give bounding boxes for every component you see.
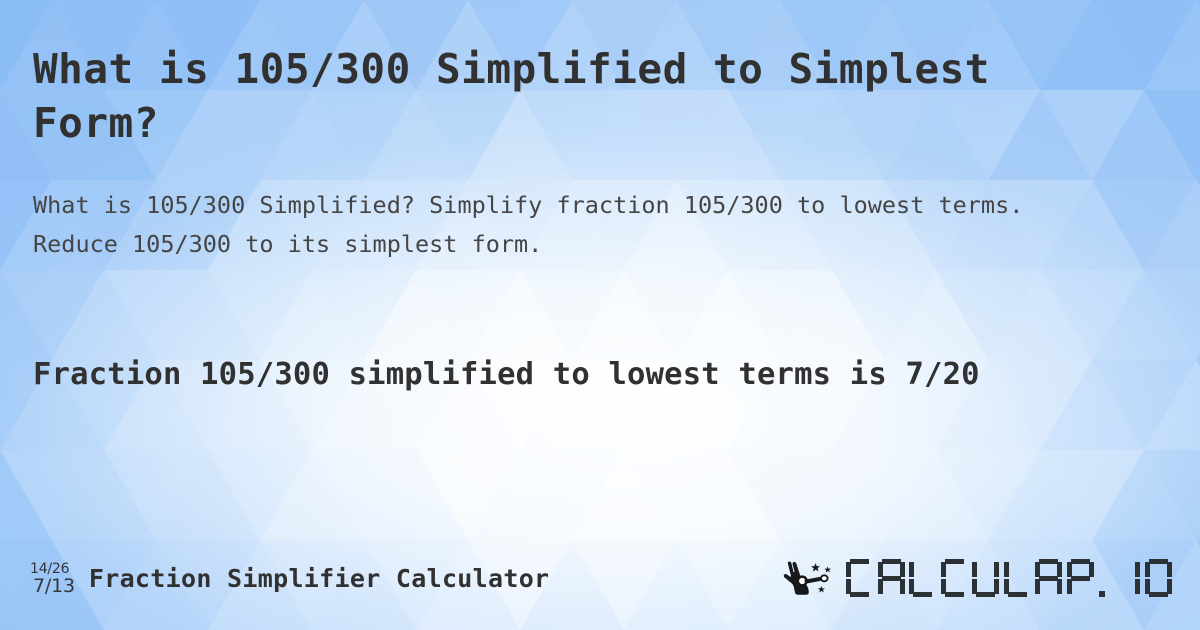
logo-letter-O	[1144, 559, 1172, 597]
logo-letter-A	[877, 559, 905, 597]
page-title: What is 105/300 Simplified to Simplest F…	[33, 45, 990, 148]
page-description: What is 105/300 Simplified? Simplify fra…	[33, 191, 1024, 258]
footer-brand-group: 14/26 7/13 Fraction Simplifier Calculato…	[30, 560, 549, 596]
logo-letter-T	[1066, 559, 1094, 597]
site-logo[interactable]	[782, 556, 1176, 600]
logo-letter-I	[1113, 559, 1140, 597]
fraction-simplify-badge: 14/26 7/13	[30, 560, 75, 596]
badge-fraction-simplified: 7/13	[33, 575, 75, 597]
share-card: What is 105/300 Simplified to Simplest F…	[0, 0, 1200, 630]
logo-letter-U	[972, 559, 999, 597]
footer: 14/26 7/13 Fraction Simplifier Calculato…	[0, 548, 1200, 608]
badge-fraction-original: 14/26	[30, 561, 70, 577]
logo-letter-L2	[1003, 559, 1031, 597]
logo-letter-L	[909, 559, 936, 597]
logo-wordmark	[846, 556, 1176, 600]
logo-letter-C2	[940, 559, 968, 597]
logo-letter-A2	[1035, 559, 1062, 597]
logo-letter-C	[846, 559, 873, 597]
result-statement: Fraction 105/300 simplified to lowest te…	[33, 357, 980, 392]
logo-letter-dot	[1098, 559, 1110, 597]
hand-magic-wand-icon	[783, 561, 831, 595]
tool-name-label: Fraction Simplifier Calculator	[88, 563, 550, 593]
